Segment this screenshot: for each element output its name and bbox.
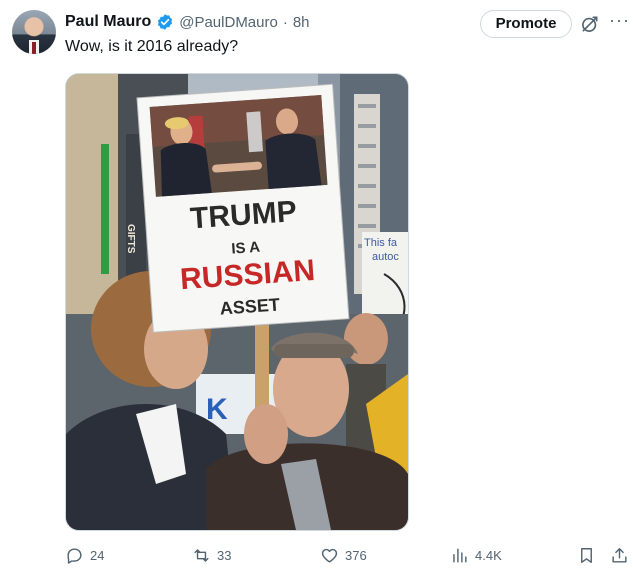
bookmark-button[interactable]: [577, 542, 596, 568]
reply-button[interactable]: 24: [65, 542, 104, 568]
share-icon: [612, 547, 627, 563]
heart-icon: [321, 548, 338, 563]
sign-line-asset: ASSET: [219, 294, 280, 318]
repost-count: 33: [217, 547, 232, 563]
repost-icon: [194, 548, 209, 562]
promote-button[interactable]: Promote: [480, 10, 572, 38]
tweet-header: Paul Mauro @PaulDMauro · 8h: [65, 11, 310, 33]
verified-badge-icon: [158, 14, 173, 30]
views-button[interactable]: 4.4K: [450, 542, 502, 568]
background-sign-line-1: This fa: [364, 237, 398, 249]
views-count: 4.4K: [475, 547, 502, 563]
separator-dot: ·: [282, 13, 288, 31]
post-time[interactable]: 8h: [293, 14, 310, 31]
bookmark-icon: [581, 547, 592, 563]
store-sign: GIFTS: [125, 224, 136, 254]
repost-button[interactable]: 33: [192, 542, 231, 568]
share-button[interactable]: [610, 542, 629, 568]
like-button[interactable]: 376: [320, 542, 367, 568]
background-sign-line-2: autoc: [372, 251, 399, 263]
action-bar: 24 33 376 4.4K: [65, 542, 633, 568]
like-count: 376: [345, 547, 367, 563]
protest-photo: GIFTS This fa autoc K TRUMP IS A RUSSIAN…: [66, 74, 408, 530]
author-handle[interactable]: @PaulDMauro: [179, 14, 278, 31]
reply-icon: [67, 547, 82, 564]
tweet-text: Wow, is it 2016 already?: [65, 38, 239, 55]
tweet-photo[interactable]: GIFTS This fa autoc K TRUMP IS A RUSSIAN…: [65, 73, 409, 531]
avatar-tie: [32, 42, 36, 54]
analytics-icon: [453, 547, 467, 563]
sign-line-is-a: IS A: [231, 239, 261, 258]
more-icon[interactable]: ···: [609, 10, 629, 32]
author-name[interactable]: Paul Mauro: [65, 13, 151, 31]
reply-count: 24: [90, 547, 105, 563]
grok-icon[interactable]: [580, 14, 600, 34]
avatar[interactable]: [12, 10, 56, 54]
